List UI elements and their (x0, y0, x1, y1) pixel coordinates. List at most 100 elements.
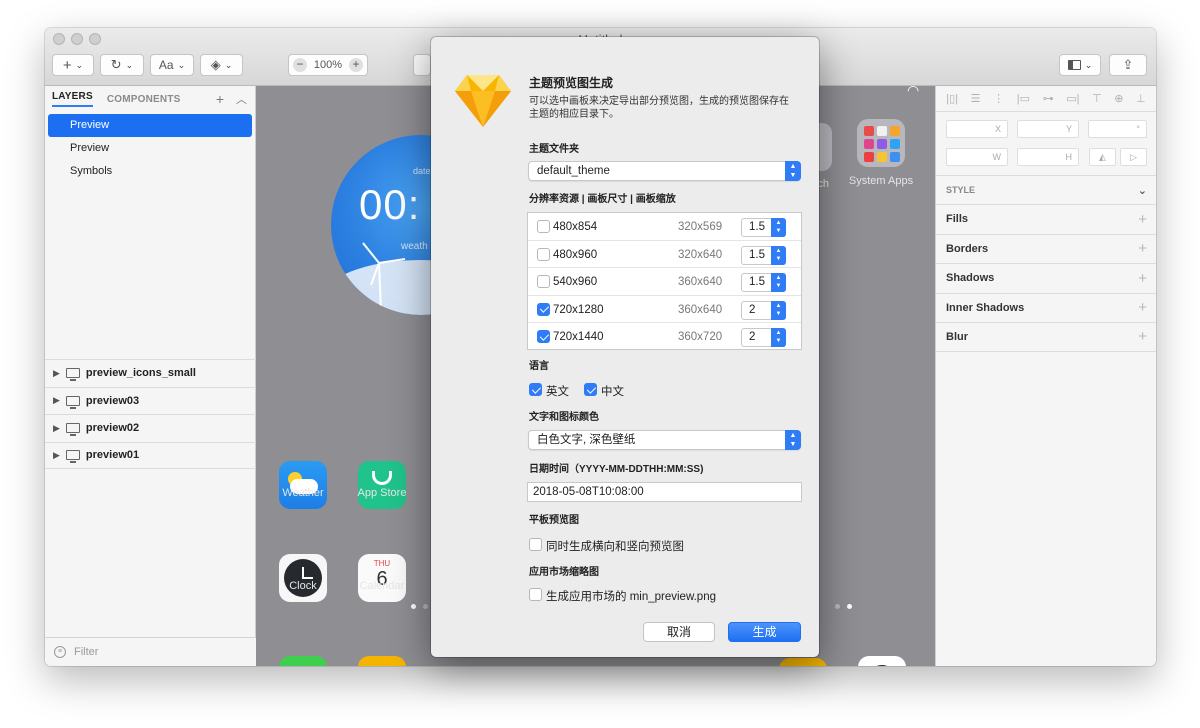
artboard-row[interactable]: ▶ preview01 (45, 441, 256, 469)
generate-button[interactable]: 生成 (728, 622, 801, 642)
layer-filter[interactable]: ≡ Filter (45, 637, 256, 666)
english-label: 英文 (546, 386, 569, 398)
collapse-icon[interactable]: ︿ (236, 91, 247, 107)
scale-select[interactable]: 1.5 ▲ ▼ (741, 245, 786, 265)
calendar-weekday: THU (373, 559, 391, 568)
add-page-icon[interactable]: + (216, 91, 224, 107)
weather-icon[interactable] (279, 461, 327, 509)
page-item-symbols[interactable]: Symbols (48, 160, 252, 183)
borders-section[interactable]: Borders + (936, 233, 1156, 264)
chinese-checkbox[interactable] (584, 383, 597, 396)
page-indicator (423, 604, 428, 609)
flip-horizontal-button[interactable]: ◭ (1089, 148, 1116, 166)
add-inner-shadow-icon[interactable]: + (1138, 299, 1147, 316)
zoom-in-icon[interactable]: + (348, 58, 363, 72)
add-border-icon[interactable]: + (1138, 240, 1147, 257)
add-shadow-icon[interactable]: + (1138, 270, 1147, 287)
disclosure-triangle-icon[interactable]: ▶ (53, 423, 60, 434)
y-field[interactable]: Y (1017, 120, 1079, 138)
export-button[interactable]: ⇪ (1109, 54, 1147, 76)
clock-icon[interactable] (279, 554, 327, 602)
style-header[interactable]: STYLE ⌄ (936, 175, 1156, 205)
system-apps-folder-icon[interactable] (857, 119, 905, 167)
align-middle-icon[interactable]: ⊕ (1114, 92, 1123, 105)
disclosure-triangle-icon[interactable]: ▶ (53, 450, 60, 461)
tab-layers[interactable]: LAYERS (52, 91, 93, 107)
theme-folder-select[interactable]: default_theme ▲ ▼ (528, 161, 801, 181)
zoom-out-icon[interactable]: − (293, 58, 307, 72)
english-checkbox[interactable] (529, 383, 542, 396)
align-bottom-icon[interactable]: ⊥ (1136, 92, 1146, 105)
height-field[interactable]: H (1017, 148, 1079, 166)
more-icon[interactable]: ⋮ (993, 92, 1004, 105)
color-scheme-select[interactable]: 白色文字, 深色壁纸 ▲ ▼ (528, 430, 801, 450)
align-left-icon[interactable]: |▭ (1017, 92, 1030, 105)
dock-app-icon[interactable] (779, 658, 827, 666)
section-label: Inner Shadows (946, 301, 1025, 314)
align-center-icon[interactable]: ⊶ (1043, 92, 1054, 105)
tablet-checkbox[interactable] (529, 538, 542, 551)
camera-icon[interactable] (858, 656, 906, 666)
clock-hand (303, 577, 313, 579)
artboard-size: 360x720 (678, 331, 723, 343)
distribute-horizontal-icon[interactable]: |▯| (946, 92, 958, 105)
app-label-app-store: App Store (357, 487, 407, 499)
toolbar-button-partial[interactable] (413, 54, 431, 76)
resolution-checkbox[interactable] (537, 220, 550, 233)
shadows-section[interactable]: Shadows + (936, 263, 1156, 293)
filter-icon: ≡ (54, 646, 66, 658)
resolution-checkbox[interactable] (537, 302, 550, 316)
page-item-preview-selected[interactable]: Preview (48, 114, 252, 137)
resolution-checkbox[interactable] (537, 247, 550, 261)
tab-components[interactable]: COMPONENTS (107, 94, 181, 105)
disclosure-triangle-icon[interactable]: ▶ (53, 395, 60, 406)
add-fill-icon[interactable]: + (1138, 211, 1147, 228)
scale-value: 2 (749, 303, 756, 316)
sketch-logo-icon (455, 75, 511, 127)
chevron-down-icon: ⌄ (224, 59, 233, 70)
phone-icon[interactable]: ✆ (279, 656, 327, 666)
section-label: Fills (946, 213, 969, 226)
disclosure-triangle-icon[interactable]: ▶ (53, 368, 60, 379)
resolution-checkbox[interactable] (537, 330, 550, 343)
artboard-icon (65, 450, 80, 464)
align-top-icon[interactable]: ⊤ (1092, 92, 1102, 105)
popup-arrows-icon: ▲ ▼ (771, 218, 786, 237)
layers-button[interactable]: ◈ ⌄ (200, 54, 243, 76)
messages-icon[interactable] (358, 656, 406, 666)
scale-select[interactable]: 2 ▲ ▼ (741, 300, 786, 320)
x-field[interactable]: X (946, 120, 1008, 138)
fills-section[interactable]: Fills + (936, 204, 1156, 234)
artboard-name: preview02 (85, 422, 140, 435)
popup-arrows-icon: ▲ ▼ (771, 273, 786, 292)
page-item-preview[interactable]: Preview (48, 137, 252, 160)
distribute-vertical-icon[interactable]: ☰ (971, 92, 981, 105)
filter-placeholder: Filter (74, 646, 99, 658)
blur-section[interactable]: Blur + (936, 322, 1156, 352)
transform-button[interactable]: ↻ ⌄ (100, 54, 144, 76)
artboard-row[interactable]: ▶ preview_icons_small (45, 359, 256, 387)
app-store-icon[interactable] (358, 461, 406, 509)
artboard-row[interactable]: ▶ preview03 (45, 386, 256, 415)
datetime-input[interactable]: 2018-05-08T10:08:00 (527, 482, 802, 502)
flip-vertical-button[interactable]: ▷ (1120, 148, 1147, 166)
view-button[interactable]: ⌄ (1059, 54, 1101, 76)
width-field[interactable]: W (946, 148, 1008, 166)
scale-select[interactable]: 1.5 ▲ ▼ (741, 218, 786, 237)
resolution-checkbox[interactable] (537, 275, 550, 288)
cancel-button[interactable]: 取消 (643, 622, 715, 642)
inner-shadows-section[interactable]: Inner Shadows + (936, 292, 1156, 323)
market-checkbox[interactable] (529, 588, 542, 601)
add-blur-icon[interactable]: + (1138, 328, 1147, 345)
scale-select[interactable]: 1.5 ▲ ▼ (741, 273, 786, 292)
text-style-button[interactable]: Aa ⌄ (150, 54, 194, 76)
calendar-icon[interactable]: THU 6 (358, 554, 406, 602)
watch-air: air (416, 259, 425, 268)
style-header-label: STYLE (946, 185, 976, 196)
scale-select[interactable]: 2 ▲ ▼ (741, 328, 786, 347)
align-right-icon[interactable]: ▭| (1066, 92, 1079, 105)
artboard-row[interactable]: ▶ preview02 (45, 414, 256, 442)
rotation-field[interactable]: ° (1088, 120, 1147, 138)
insert-button[interactable]: + ⌄ (52, 54, 94, 76)
section-label: Borders (946, 242, 989, 255)
